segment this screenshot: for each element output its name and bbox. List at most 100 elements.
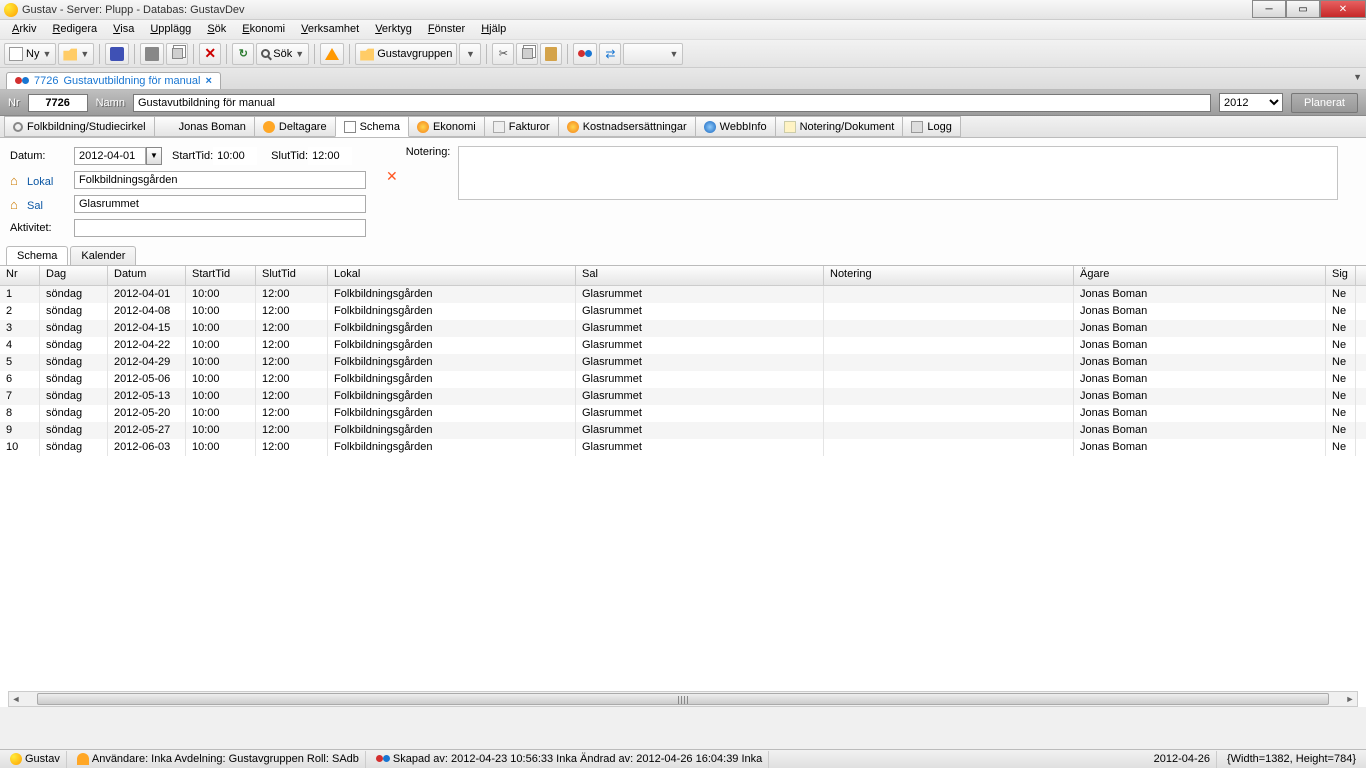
menu-sök[interactable]: Sök: [199, 20, 234, 39]
new-button[interactable]: Ny▼: [4, 43, 56, 65]
copy-button-1[interactable]: [166, 43, 188, 65]
menu-redigera[interactable]: Redigera: [44, 20, 105, 39]
tab-jonas-boman[interactable]: Jonas Boman: [154, 116, 255, 137]
col-header-sluttid[interactable]: SlutTid: [256, 266, 328, 285]
sal-link[interactable]: Sal: [10, 197, 74, 212]
tab-icon: [911, 121, 923, 133]
copy-button-2[interactable]: [516, 43, 538, 65]
tab-ekonomi[interactable]: Ekonomi: [408, 116, 485, 137]
tab-fakturor[interactable]: Fakturor: [484, 116, 559, 137]
col-header-sig[interactable]: Sig: [1326, 266, 1356, 285]
status-user-icon: [77, 753, 89, 765]
horizontal-scrollbar[interactable]: ◄ ►: [8, 691, 1358, 707]
sal-input[interactable]: [74, 195, 366, 213]
namn-input[interactable]: [133, 94, 1211, 112]
col-header-lokal[interactable]: Lokal: [328, 266, 576, 285]
subtab-schema[interactable]: Schema: [6, 246, 68, 265]
close-tab-icon[interactable]: ×: [205, 75, 211, 87]
tab-notering-dokument[interactable]: Notering/Dokument: [775, 116, 904, 137]
year-select[interactable]: 2012: [1219, 93, 1283, 112]
scroll-left-icon[interactable]: ◄: [9, 694, 23, 704]
cut-icon: ✂: [499, 47, 508, 60]
menu-verktyg[interactable]: Verktyg: [367, 20, 420, 39]
open-button[interactable]: ▼: [58, 43, 94, 65]
save-button[interactable]: [105, 43, 129, 65]
tab-icon: [163, 121, 175, 133]
col-header-ägare[interactable]: Ägare: [1074, 266, 1326, 285]
balls-button[interactable]: [573, 43, 597, 65]
scroll-right-icon[interactable]: ►: [1343, 694, 1357, 704]
warning-button[interactable]: [320, 43, 344, 65]
menu-arkiv[interactable]: Arkiv: [4, 20, 44, 39]
table-row[interactable]: 10söndag2012-06-0310:0012:00Folkbildning…: [0, 439, 1366, 456]
delete-icon: ✕: [204, 45, 216, 62]
menu-fönster[interactable]: Fönster: [420, 20, 473, 39]
tab-deltagare[interactable]: Deltagare: [254, 116, 336, 137]
maximize-button[interactable]: ▭: [1286, 0, 1320, 18]
arrows-icon: ⇄: [605, 47, 615, 61]
table-row[interactable]: 7söndag2012-05-1310:0012:00Folkbildnings…: [0, 388, 1366, 405]
menu-verksamhet[interactable]: Verksamhet: [293, 20, 367, 39]
status-button[interactable]: Planerat: [1291, 93, 1358, 113]
nr-input[interactable]: [28, 94, 88, 112]
menu-hjälp[interactable]: Hjälp: [473, 20, 514, 39]
clear-icon[interactable]: ✕: [386, 168, 398, 185]
table-row[interactable]: 4söndag2012-04-2210:0012:00Folkbildnings…: [0, 337, 1366, 354]
starttid-input[interactable]: [213, 147, 257, 165]
tab-schema[interactable]: Schema: [335, 116, 409, 137]
tab-folkbildning-studiecirkel[interactable]: Folkbildning/Studiecirkel: [4, 116, 155, 137]
tab-icon: [263, 121, 275, 133]
col-header-dag[interactable]: Dag: [40, 266, 108, 285]
table-row[interactable]: 5söndag2012-04-2910:0012:00Folkbildnings…: [0, 354, 1366, 371]
arrows-button[interactable]: ⇄: [599, 43, 621, 65]
table-row[interactable]: 9söndag2012-05-2710:0012:00Folkbildnings…: [0, 422, 1366, 439]
table-row[interactable]: 3söndag2012-04-1510:0012:00Folkbildnings…: [0, 320, 1366, 337]
lokal-link[interactable]: Lokal: [10, 173, 74, 188]
col-header-sal[interactable]: Sal: [576, 266, 824, 285]
tab-logg[interactable]: Logg: [902, 116, 960, 137]
status-balls-icon: [376, 753, 390, 765]
delete-button[interactable]: ✕: [199, 43, 221, 65]
document-tab-bar: 7726 Gustavutbildning för manual × ▼: [0, 68, 1366, 90]
cut-button[interactable]: ✂: [492, 43, 514, 65]
menu-visa[interactable]: Visa: [105, 20, 142, 39]
search-button[interactable]: Sök▼: [256, 43, 309, 65]
datum-picker-button[interactable]: ▼: [146, 147, 162, 165]
doc-tab-title: Gustavutbildning för manual: [63, 75, 200, 87]
tab-kostnadsersättningar[interactable]: Kostnadsersättningar: [558, 116, 696, 137]
document-tab[interactable]: 7726 Gustavutbildning för manual ×: [6, 72, 221, 89]
sluttid-input[interactable]: [308, 147, 352, 165]
subtab-kalender[interactable]: Kalender: [70, 246, 136, 265]
table-row[interactable]: 6söndag2012-05-0610:0012:00Folkbildnings…: [0, 371, 1366, 388]
group-button[interactable]: Gustavgruppen: [355, 43, 457, 65]
col-header-starttid[interactable]: StartTid: [186, 266, 256, 285]
close-button[interactable]: ✕: [1320, 0, 1366, 18]
blank-dd-button[interactable]: ▼: [623, 43, 683, 65]
schema-form: Datum: ▼ StartTid: SlutTid: Lokal Sal Ak…: [0, 138, 1366, 246]
datum-input[interactable]: [74, 147, 146, 165]
menu-upplägg[interactable]: Upplägg: [142, 20, 199, 39]
col-header-datum[interactable]: Datum: [108, 266, 186, 285]
refresh-button[interactable]: ↻: [232, 43, 254, 65]
minimize-button[interactable]: ─: [1252, 0, 1286, 18]
house-icon-2: [10, 197, 24, 209]
table-row[interactable]: 1söndag2012-04-0110:0012:00Folkbildnings…: [0, 286, 1366, 303]
table-row[interactable]: 2söndag2012-04-0810:0012:00Folkbildnings…: [0, 303, 1366, 320]
aktivitet-input[interactable]: [74, 219, 366, 237]
col-header-nr[interactable]: Nr: [0, 266, 40, 285]
col-header-notering[interactable]: Notering: [824, 266, 1074, 285]
status-app-icon: [10, 753, 22, 765]
print-button[interactable]: [140, 43, 164, 65]
paste-button[interactable]: [540, 43, 562, 65]
lokal-input[interactable]: [74, 171, 366, 189]
menu-ekonomi[interactable]: Ekonomi: [234, 20, 293, 39]
status-created: Skapad av: 2012-04-23 10:56:33 Inka Ändr…: [393, 753, 762, 765]
doctab-menu-dd[interactable]: ▼: [1353, 72, 1362, 82]
notering-textarea[interactable]: [458, 146, 1338, 200]
datum-label: Datum:: [10, 150, 74, 162]
table-row[interactable]: 8söndag2012-05-2010:0012:00Folkbildnings…: [0, 405, 1366, 422]
tab-webbinfo[interactable]: WebbInfo: [695, 116, 776, 137]
group-dd-button[interactable]: ▼: [459, 43, 481, 65]
scrollbar-thumb[interactable]: [37, 693, 1329, 705]
search-icon: [261, 49, 270, 58]
